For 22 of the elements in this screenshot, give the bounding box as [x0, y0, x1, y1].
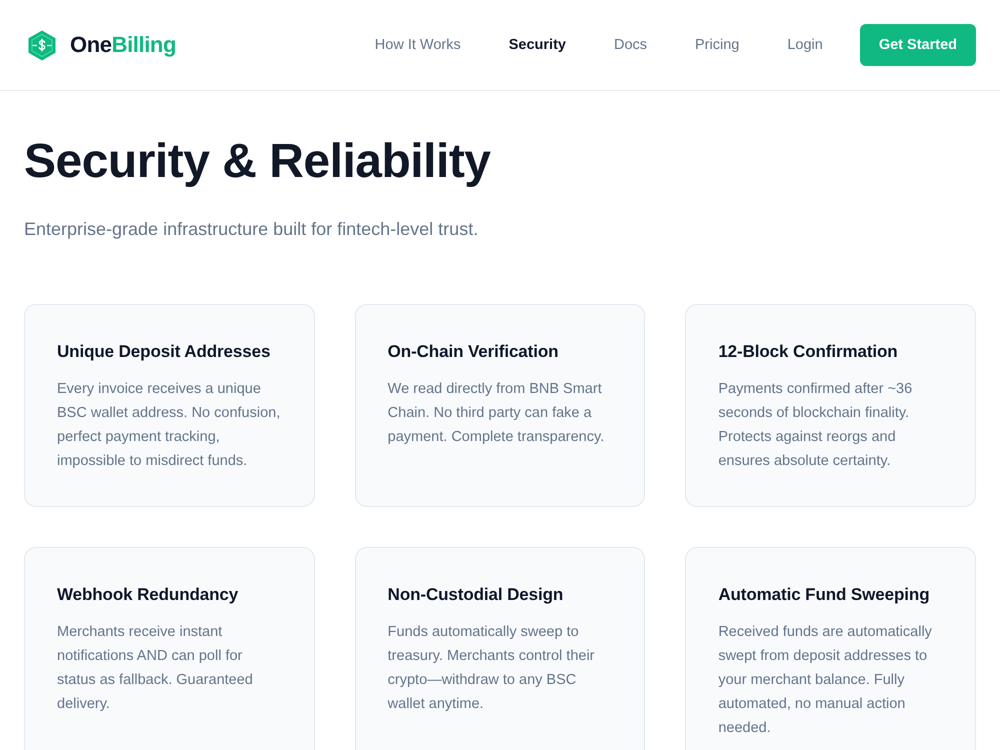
feature-title: On-Chain Verification: [388, 341, 560, 363]
hexagon-dollar-logo-icon[interactable]: [28, 30, 56, 60]
nav-link[interactable]: Docs: [614, 37, 648, 53]
feature-title: Automatic Fund Sweeping: [718, 584, 930, 606]
feature-description: Merchants receive instant notifications AND can poll for status as fallback. Guaranteed delivery.: [57, 623, 254, 714]
brand-name[interactable]: OneBilling: [70, 32, 176, 58]
feature-title: Unique Deposit Addresses: [57, 341, 272, 363]
nav-link[interactable]: Pricing: [695, 37, 740, 53]
feature-description: We read directly from BNB Smart Chain. No third party can fake a payment. Complete transparency.: [388, 380, 606, 447]
feature-title: Non-Custodial Design: [388, 584, 564, 606]
feature-description: Funds automatically sweep to treasury. Merchants control their crypto—withdraw to any BSC wallet anytime.: [388, 623, 596, 714]
page-title: Security & Reliability: [24, 134, 492, 190]
feature-title: Webhook Redundancy: [57, 584, 240, 606]
nav-link[interactable]: Login: [787, 37, 823, 53]
feature-title: 12-Block Confirmation: [718, 341, 899, 363]
get-started-button[interactable]: Get Started: [860, 24, 976, 66]
feature-description: Received funds are automatically swept from deposit addresses to your merchant balance. Fully automated, no manual action needed.: [718, 623, 933, 738]
feature-description: Every invoice receives a unique BSC wallet address. No confusion, perfect payment tracking, impossible to misdirect funds.: [57, 380, 282, 471]
feature-description: Payments confirmed after ~36 seconds of blockchain finality. Protects against reorgs and ensures absolute certainty.: [718, 380, 914, 471]
nav-link[interactable]: How It Works: [374, 37, 461, 53]
nav-link[interactable]: Security: [508, 37, 566, 53]
page-subtitle: Enterprise-grade infrastructure built for fintech-level trust.: [24, 218, 480, 241]
